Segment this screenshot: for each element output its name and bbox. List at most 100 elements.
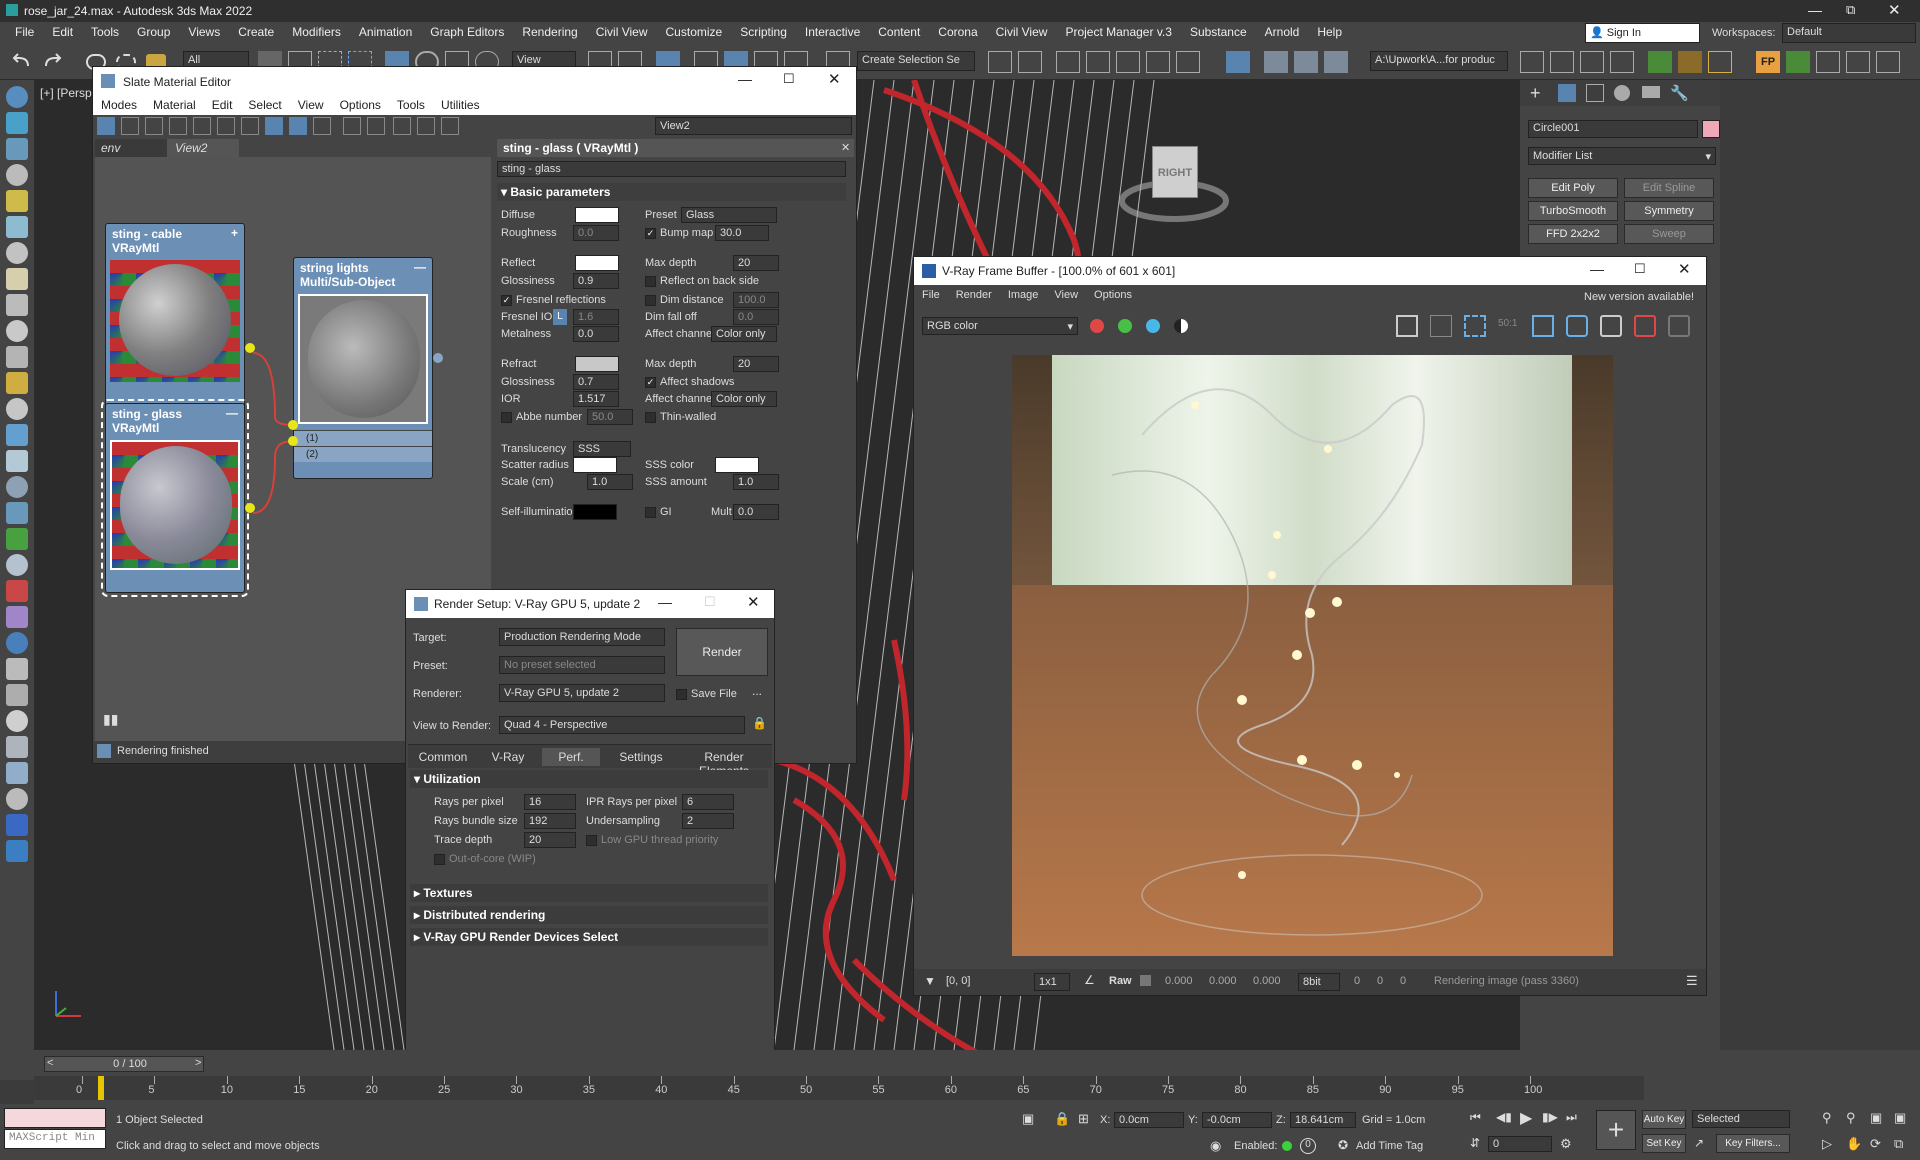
render-elements-icon[interactable] <box>6 658 28 680</box>
menu-project-manager-v-3[interactable]: Project Manager v.3 <box>1056 22 1181 42</box>
node-collapse-icon[interactable]: — <box>414 260 426 274</box>
param-affect-shadows-checkbox[interactable]: ✓ Affect shadows <box>645 376 734 388</box>
more-tools-icon[interactable] <box>1876 51 1900 73</box>
menu-tools[interactable]: Tools <box>82 22 128 42</box>
vfb-menu-options[interactable]: Options <box>1086 285 1140 305</box>
rendered-image[interactable] <box>1012 355 1613 956</box>
undo-icon[interactable] <box>10 52 34 72</box>
param-max-depth-value-spinner[interactable]: 20 <box>733 255 779 271</box>
checkbox[interactable] <box>586 834 597 846</box>
sweep-button[interactable]: Sweep <box>1624 224 1714 244</box>
light-icon[interactable] <box>6 164 28 186</box>
next-frame-button-icon[interactable]: ▮▶ <box>1542 1110 1558 1124</box>
sky-icon[interactable] <box>6 450 28 472</box>
project-path-dropdown[interactable]: A:\Upwork\A...for produc <box>1370 51 1508 71</box>
paint-icon[interactable] <box>6 502 28 524</box>
pick-material-icon[interactable] <box>121 117 139 135</box>
enabled-indicator-icon[interactable] <box>1282 1141 1292 1151</box>
material-map-browser-icon[interactable] <box>393 117 411 135</box>
edit-spline-button[interactable]: Edit Spline <box>1624 178 1714 198</box>
node-sting-cable[interactable]: sting - cable VRayMtl + <box>105 223 245 413</box>
pixel-info-icon[interactable]: ▼ <box>924 974 936 988</box>
hide-unused-icon[interactable] <box>241 117 259 135</box>
prev-frame-icon[interactable]: < <box>47 1057 53 1069</box>
input-socket-2[interactable] <box>288 436 298 446</box>
zoom-level-dropdown[interactable]: 1x1 <box>1034 973 1070 991</box>
y-coordinate-field[interactable]: -0.0cm <box>1202 1112 1272 1128</box>
tools-icon[interactable] <box>1816 51 1840 73</box>
display-tab-icon[interactable] <box>1642 86 1660 98</box>
open-explorer-icon[interactable] <box>1580 51 1604 73</box>
tab-render-elements[interactable]: Render Elements <box>682 748 766 778</box>
utilization-rollout[interactable]: ▾ Utilization <box>410 770 768 788</box>
color-swatch[interactable] <box>715 457 759 473</box>
parameter-editor-icon[interactable] <box>417 117 435 135</box>
align-icon[interactable] <box>1018 51 1042 73</box>
checkbox[interactable] <box>645 411 656 423</box>
renderer-dropdown[interactable]: V-Ray GPU 5, update 2 <box>499 684 665 702</box>
red-channel-icon[interactable] <box>1090 319 1104 333</box>
checkbox[interactable] <box>645 294 656 306</box>
menu-customize[interactable]: Customize <box>657 22 732 42</box>
rays-per-pixel-spinner[interactable]: 16 <box>524 794 576 810</box>
forest-pro-icon[interactable]: FP <box>1756 51 1780 73</box>
node-plus-icon[interactable]: + <box>231 226 238 240</box>
maxscript-mini-listener[interactable]: MAXScript Min <box>4 1129 106 1149</box>
param-sss-amount-value-spinner[interactable]: 1.0 <box>733 474 779 490</box>
textures-rollout[interactable]: ▸ Textures <box>410 884 768 902</box>
material-editor-icon[interactable] <box>1226 51 1250 73</box>
utilities-tab-icon[interactable]: 🔧 <box>1670 84 1689 102</box>
slate-menu-modes[interactable]: Modes <box>93 95 145 115</box>
low-gpu-checkbox[interactable]: Low GPU thread priority <box>586 834 718 846</box>
time-tag-icon[interactable]: 0 <box>1300 1138 1316 1154</box>
param-bump-value-spinner[interactable]: 30.0 <box>715 225 769 241</box>
plane-icon[interactable] <box>6 268 28 290</box>
vfb-menu-image[interactable]: Image <box>1000 285 1047 305</box>
sphere-icon[interactable] <box>6 294 28 316</box>
view-dropdown[interactable]: View2 <box>655 117 852 135</box>
object-color-swatch[interactable] <box>1702 120 1720 138</box>
fresnel-ior-lock-button[interactable]: L <box>553 309 567 325</box>
track-mouse-icon[interactable] <box>1464 315 1486 337</box>
camera-icon[interactable] <box>6 112 28 134</box>
menu-graph-editors[interactable]: Graph Editors <box>421 22 513 42</box>
select-by-material-icon[interactable] <box>441 117 459 135</box>
param-affect-channels-value-dropdown[interactable]: Color only <box>711 326 777 342</box>
bundle-size-spinner[interactable]: 192 <box>524 813 576 829</box>
target-dropdown[interactable]: Production Rendering Mode <box>499 628 665 646</box>
stop-render-icon[interactable] <box>1634 315 1656 337</box>
menu-help[interactable]: Help <box>1308 22 1351 42</box>
tree-icon[interactable] <box>1786 51 1810 73</box>
render-setup-icon[interactable] <box>1264 51 1288 73</box>
render-button[interactable]: Render <box>676 628 768 676</box>
put-to-scene-icon[interactable] <box>145 117 163 135</box>
undersampling-spinner[interactable]: 2 <box>682 813 734 829</box>
slate-maximize-icon[interactable]: ☐ <box>783 71 795 87</box>
view-to-render-dropdown[interactable]: Quad 4 - Perspective <box>499 716 745 734</box>
time-config-icon[interactable]: ⚙ <box>1560 1136 1572 1152</box>
cylinder-icon[interactable] <box>6 346 28 368</box>
set-key-big-icon[interactable]: + <box>1596 1110 1636 1150</box>
restore-icon[interactable]: ⧉ <box>1846 2 1855 18</box>
scatter-icon[interactable] <box>6 606 28 628</box>
current-frame-field[interactable]: 0 <box>1488 1136 1552 1152</box>
material-name-field[interactable]: sting - glass <box>497 161 846 177</box>
slot-1[interactable]: (1) <box>294 430 432 446</box>
sun-icon[interactable] <box>6 190 28 212</box>
vfb-maximize-icon[interactable]: ☐ <box>1634 261 1646 277</box>
railclone-icon[interactable] <box>1678 51 1702 73</box>
color-swatch[interactable] <box>575 207 619 223</box>
param-gi-checkbox[interactable]: GI <box>645 506 672 518</box>
pan-icon[interactable]: ✋ <box>1846 1136 1862 1152</box>
param-refr-max-depth-value-spinner[interactable]: 20 <box>733 356 779 372</box>
param-metalness-value-spinner[interactable]: 0.0 <box>573 326 619 342</box>
tab-view2[interactable]: View2 <box>167 139 239 157</box>
tab-v-ray[interactable]: V-Ray <box>480 748 536 766</box>
node-collapse-icon[interactable]: — <box>226 406 238 420</box>
output-socket[interactable] <box>245 503 255 513</box>
new-version-notice[interactable]: New version available! <box>1584 291 1694 303</box>
ffd-button[interactable]: FFD 2x2x2 <box>1528 224 1618 244</box>
menu-rendering[interactable]: Rendering <box>513 22 586 42</box>
gpu-devices-rollout[interactable]: ▸ V-Ray GPU Render Devices Select <box>410 928 768 946</box>
tab-settings[interactable]: Settings <box>606 748 676 766</box>
